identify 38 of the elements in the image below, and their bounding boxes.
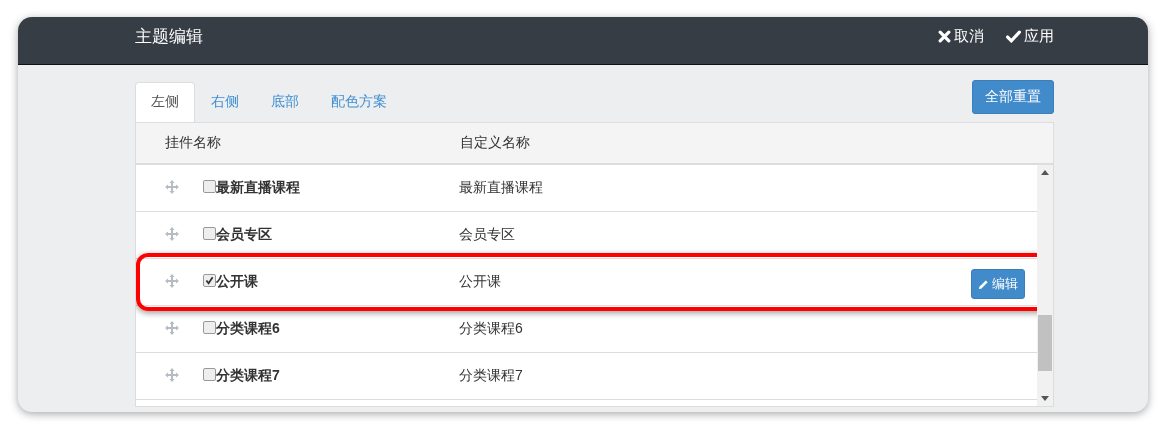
widget-name: 会员专区: [216, 226, 273, 244]
tab[interactable]: 配色方案: [315, 82, 403, 122]
tab[interactable]: 底部: [255, 82, 315, 122]
drag-handle-icon[interactable]: [165, 321, 179, 335]
custom-name: 公开课: [459, 273, 501, 291]
reset-all-button[interactable]: 全部重置: [972, 80, 1054, 114]
scrollbar[interactable]: [1037, 165, 1053, 406]
scroll-up-icon[interactable]: [1041, 170, 1049, 175]
custom-name: 会员专区: [459, 226, 515, 244]
widget-name: 公开课: [216, 273, 259, 291]
custom-name: 分类课程7: [459, 367, 523, 385]
column-header: 挂件名称: [165, 134, 222, 152]
header-action-button[interactable]: 应用: [1006, 26, 1054, 46]
window-title: 主题编辑: [135, 25, 203, 48]
checkbox[interactable]: [203, 227, 216, 240]
pencil-icon: [978, 278, 989, 290]
custom-name: 最新直播课程: [459, 179, 543, 197]
checkbox[interactable]: [203, 180, 216, 193]
custom-name: 分类课程6: [459, 320, 523, 338]
edit-button[interactable]: 编辑: [971, 269, 1025, 299]
scroll-down-icon[interactable]: [1041, 396, 1049, 401]
drag-handle-icon[interactable]: [165, 227, 179, 241]
widget-name: 分类课程7: [216, 367, 281, 385]
drag-handle-icon[interactable]: [165, 180, 179, 194]
checkbox[interactable]: [203, 321, 216, 334]
header-action-button[interactable]: 取消: [938, 26, 984, 46]
tab[interactable]: 左侧: [135, 82, 195, 122]
close-icon: [938, 29, 951, 43]
column-header: 自定义名称: [460, 134, 530, 152]
drag-handle-icon[interactable]: [165, 274, 179, 288]
tab[interactable]: 右侧: [195, 82, 255, 122]
scrollbar-thumb[interactable]: [1038, 315, 1052, 371]
checkbox[interactable]: [203, 368, 216, 381]
widget-name: 最新直播课程: [216, 179, 301, 197]
check-icon: [1006, 29, 1021, 43]
widget-name: 分类课程6: [216, 320, 281, 338]
drag-handle-icon[interactable]: [165, 368, 179, 382]
checkbox[interactable]: [203, 274, 216, 287]
